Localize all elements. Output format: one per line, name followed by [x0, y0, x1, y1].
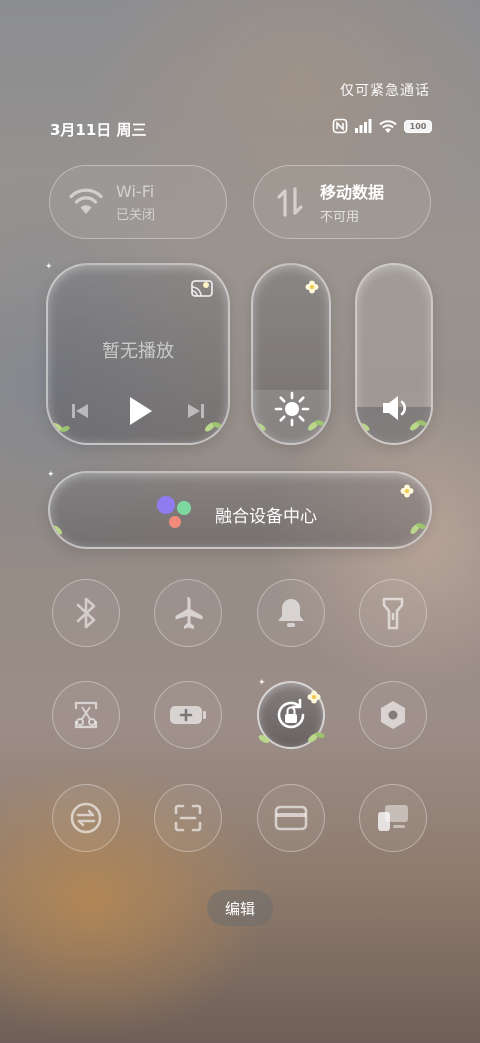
screenshot-toggle[interactable]: [52, 681, 120, 749]
bell-icon: [278, 599, 304, 627]
airplane-icon: [175, 597, 203, 629]
sparkle-icon: ✦: [45, 262, 53, 272]
hexagon-icon: [381, 701, 405, 729]
data-arrows-icon: [270, 182, 310, 222]
battery-plus-icon: [170, 706, 206, 724]
leaf-decoration-icon: [253, 419, 273, 439]
rotation-lock-toggle[interactable]: [257, 681, 325, 749]
hexagon-toggle[interactable]: [359, 681, 427, 749]
wifi-toggle[interactable]: Wi-Fi 已关闭: [49, 165, 227, 239]
mobile-data-label: 移动数据: [320, 183, 385, 202]
scan-toggle[interactable]: [154, 784, 222, 852]
airplane-mode-toggle[interactable]: [154, 579, 222, 647]
fusion-device-center-button[interactable]: 融合设备中心: [48, 471, 432, 549]
leaf-decoration-icon: [50, 419, 72, 439]
ring-mode-toggle[interactable]: [257, 579, 325, 647]
play-icon[interactable]: [126, 395, 154, 431]
battery-icon: 100: [404, 119, 432, 133]
leaf-decoration-icon: [305, 727, 327, 751]
card-icon: [274, 805, 308, 831]
sync-circle-icon: [70, 802, 102, 834]
rotation-lock-icon: [277, 698, 305, 729]
leaf-decoration-icon: [407, 415, 429, 439]
date-text: 3月11日 周三: [50, 121, 147, 139]
flower-decoration-icon: [305, 279, 319, 298]
wifi-label: Wi-Fi: [116, 181, 155, 201]
wifi-icon: [66, 182, 106, 222]
battery-saver-toggle[interactable]: [154, 681, 222, 749]
fusion-center-label: 融合设备中心: [215, 507, 317, 527]
emergency-call-only-text: 仅可紧急通话: [340, 83, 430, 99]
media-player-card[interactable]: 暂无播放: [46, 263, 230, 445]
leaf-decoration-icon: [257, 731, 277, 751]
flower-decoration-icon: [307, 689, 321, 708]
cast-icon[interactable]: [190, 279, 214, 303]
leaf-decoration-icon: [406, 517, 428, 543]
media-title: 暂无播放: [102, 341, 174, 362]
sparkle-icon: ✦: [47, 470, 55, 480]
leaf-decoration-icon: [202, 417, 224, 439]
mobile-data-state: 不可用: [320, 210, 360, 225]
scan-icon: [174, 804, 202, 832]
edit-button[interactable]: 编辑: [207, 890, 273, 926]
nfc-icon: [332, 118, 348, 134]
volume-slider[interactable]: [355, 263, 433, 445]
status-icons: 100: [332, 118, 432, 134]
wifi-status-icon: [379, 119, 397, 133]
brightness-slider[interactable]: [251, 263, 331, 445]
wallet-toggle[interactable]: [257, 784, 325, 852]
multi-device-toggle[interactable]: [359, 784, 427, 852]
devices-icon: [378, 805, 408, 831]
wifi-state: 已关闭: [116, 207, 156, 223]
signal-icon: [355, 119, 372, 133]
leaf-decoration-icon: [305, 415, 327, 439]
flashlight-icon: [382, 597, 404, 630]
scissors-screenshot-icon: [74, 701, 98, 729]
bluetooth-toggle[interactable]: [52, 579, 120, 647]
sparkle-icon: ✦: [258, 678, 266, 688]
bluetooth-icon: [76, 597, 96, 629]
leaf-decoration-icon: [357, 419, 377, 439]
flashlight-toggle[interactable]: [359, 579, 427, 647]
fusion-logo-icon: [154, 493, 196, 533]
flower-decoration-icon: [400, 483, 414, 502]
mobile-data-toggle[interactable]: 移动数据 不可用: [253, 165, 431, 239]
device-switch-toggle[interactable]: [52, 784, 120, 852]
previous-track-icon[interactable]: [70, 401, 90, 425]
leaf-decoration-icon: [50, 521, 70, 543]
